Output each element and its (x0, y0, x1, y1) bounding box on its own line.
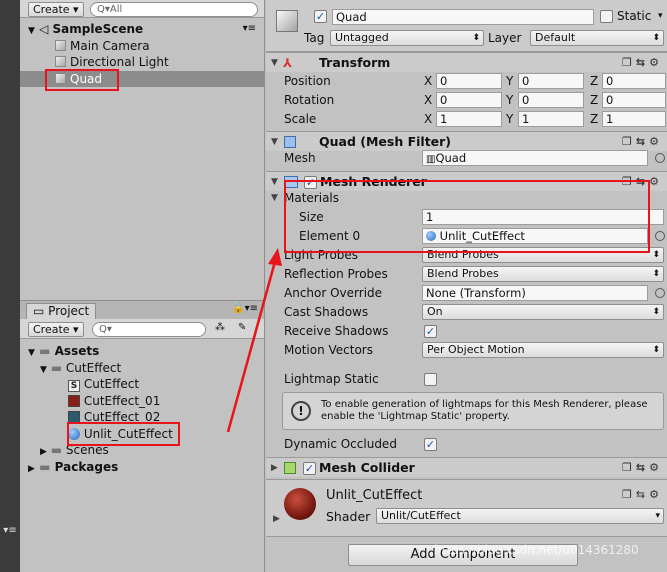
annotation-arrow-line (226, 257, 278, 433)
annotation-arrow (226, 248, 282, 433)
annotation-arrow-head (268, 248, 282, 266)
